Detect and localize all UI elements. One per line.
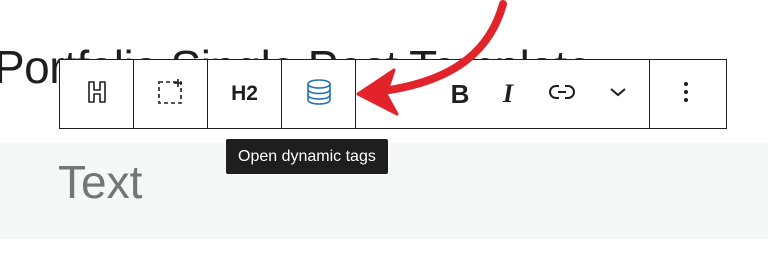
chevron-down-icon — [608, 85, 628, 104]
options-button[interactable] — [650, 60, 722, 128]
paragraph-placeholder[interactable]: Text — [58, 155, 142, 209]
dynamic-tags-button[interactable] — [282, 60, 356, 128]
block-toolbar: H2 B I — [59, 59, 727, 129]
database-icon — [304, 77, 334, 112]
format-group: B I — [356, 60, 650, 128]
heading-block-icon — [85, 79, 109, 110]
dynamic-tags-tooltip: Open dynamic tags — [226, 139, 388, 174]
bold-label: B — [450, 78, 470, 109]
link-button[interactable] — [532, 60, 592, 128]
heading-level-button[interactable]: H2 — [208, 60, 282, 128]
heading-level-label: H2 — [231, 82, 258, 105]
block-type-button[interactable] — [60, 60, 134, 128]
italic-button[interactable]: I — [484, 60, 532, 128]
bold-button[interactable]: B — [436, 60, 484, 128]
vertical-ellipsis-icon — [682, 80, 690, 109]
link-icon — [548, 82, 576, 107]
italic-label: I — [502, 79, 514, 108]
more-formats-button[interactable] — [592, 60, 644, 128]
select-parent-button[interactable] — [134, 60, 208, 128]
select-parent-icon — [156, 77, 186, 112]
